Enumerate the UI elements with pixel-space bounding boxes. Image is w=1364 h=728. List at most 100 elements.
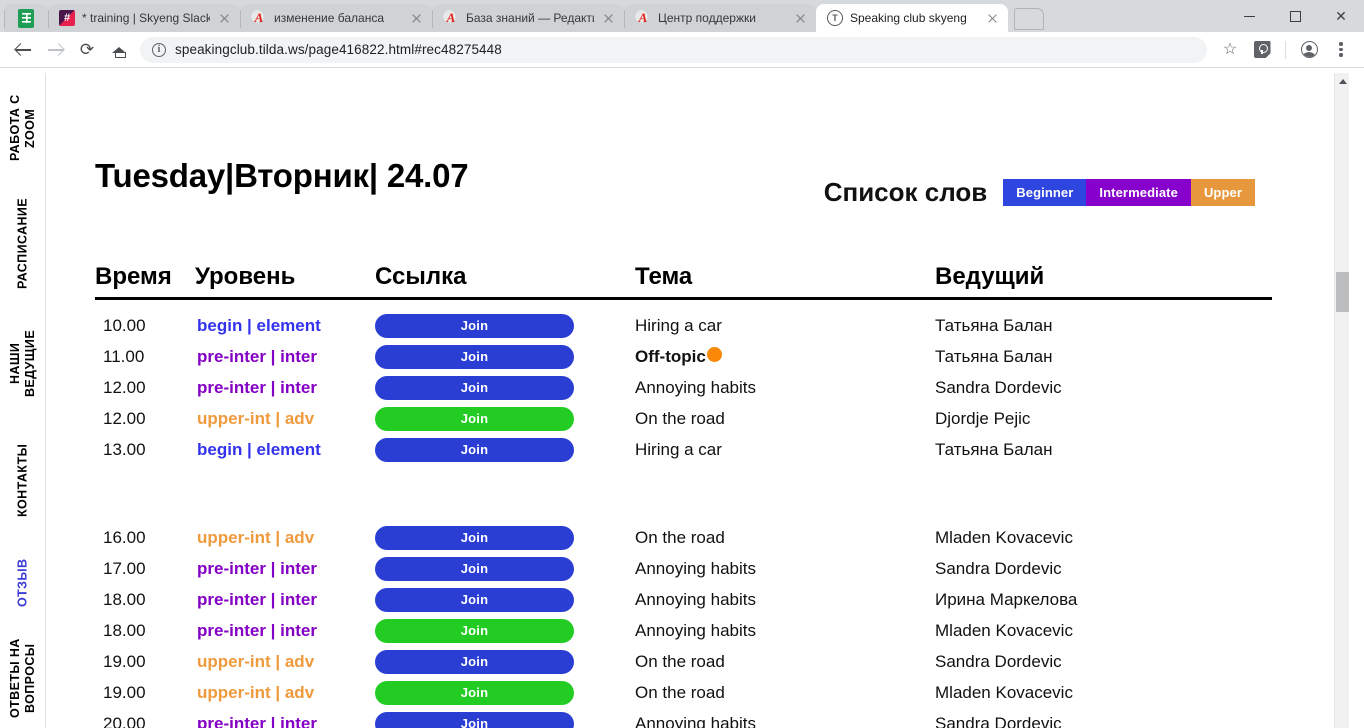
table-header-row: Время Уровень Ссылка Тема Ведущий: [95, 263, 1272, 300]
arrow-right-icon: [47, 41, 64, 58]
browser-tab-sheets[interactable]: [4, 4, 48, 32]
join-button[interactable]: Join: [375, 375, 574, 400]
chrome-menu-button[interactable]: [1326, 35, 1356, 65]
back-button[interactable]: [8, 35, 38, 65]
bookmark-button[interactable]: ☆: [1215, 35, 1245, 65]
sidebar-item-3[interactable]: НАШИ ВЕДУЩИЕ: [0, 303, 46, 423]
table-row: 19.00 upper-int | adv Join On the road Mlade…: [95, 677, 1272, 708]
off-topic-dot-icon: [706, 347, 722, 362]
join-button[interactable]: Join: [375, 587, 574, 612]
close-window-button[interactable]: ✕: [1318, 0, 1364, 32]
cell-link: Join: [375, 618, 635, 643]
cell-time: 13.00: [103, 439, 146, 459]
level-badge-upper[interactable]: Upper: [1190, 179, 1255, 206]
scrollbar-thumb[interactable]: [1336, 272, 1349, 312]
new-tab-button[interactable]: [1014, 8, 1044, 30]
table-row: 18.00 pre-inter | inter Join Annoying habit…: [95, 584, 1272, 615]
star-icon: ☆: [1222, 40, 1238, 58]
page-scrollbar[interactable]: [1334, 73, 1349, 728]
cell-link: Join: [375, 680, 635, 705]
tab-close-icon[interactable]: [601, 11, 616, 26]
join-button[interactable]: Join: [375, 649, 574, 674]
avatar-icon: [1300, 41, 1318, 58]
table-row: 19.00 upper-int | adv Join On the road Sandr…: [95, 646, 1272, 677]
cell-topic: On the road: [635, 683, 935, 703]
join-button[interactable]: Join: [375, 313, 574, 338]
cell-host: Sandra Dordevic: [935, 558, 1062, 578]
column-header-host: Ведущий: [935, 263, 1045, 290]
join-button[interactable]: Join: [375, 556, 574, 581]
cell-host: Djordje Pejic: [935, 408, 1031, 428]
cell-host: Sandra Dordevic: [935, 651, 1062, 671]
cell-topic: Annoying habits: [635, 378, 935, 398]
profile-button[interactable]: [1294, 35, 1324, 65]
cell-level: upper-int | adv: [197, 651, 315, 671]
sidebar-item-6[interactable]: ОТВЕТЫ НА ВОПРОСЫ: [0, 628, 46, 728]
join-button[interactable]: Join: [375, 406, 574, 431]
level-badge-beginner[interactable]: Beginner: [1003, 179, 1087, 206]
cell-level: pre-inter | inter: [197, 558, 317, 578]
browser-window: # * training | Skyeng Slack изменение бала…: [0, 0, 1364, 728]
join-button[interactable]: Join: [375, 711, 574, 728]
cell-level: pre-inter | inter: [197, 713, 317, 728]
sidebar-item-1[interactable]: РАБОТА С ZOOM: [0, 73, 46, 183]
cell-topic: Hiring a car: [635, 440, 935, 460]
reload-icon: ⟳: [79, 40, 95, 59]
column-header-time: Время: [95, 263, 172, 290]
cell-level: begin | element: [197, 315, 321, 335]
tab-close-icon[interactable]: [985, 11, 1000, 26]
browser-tab-kb[interactable]: База знаний — Редактир: [432, 4, 624, 32]
join-button[interactable]: Join: [375, 618, 574, 643]
join-button[interactable]: Join: [375, 680, 574, 705]
tab-close-icon[interactable]: [217, 11, 232, 26]
level-badge-intermediate[interactable]: Intermediate: [1086, 179, 1191, 206]
browser-tab-slack[interactable]: # * training | Skyeng Slack: [48, 4, 240, 32]
scroll-up-arrow-icon[interactable]: [1338, 79, 1347, 84]
window-controls: ✕: [1226, 0, 1364, 32]
cell-topic: Annoying habits: [635, 590, 935, 610]
cell-time: 10.00: [103, 315, 146, 335]
join-button[interactable]: Join: [375, 437, 574, 462]
cell-link: Join: [375, 344, 635, 369]
join-button[interactable]: Join: [375, 344, 574, 369]
cell-link: Join: [375, 711, 635, 728]
forward-button[interactable]: [40, 35, 70, 65]
cell-topic: Hiring a car: [635, 316, 935, 336]
join-button[interactable]: Join: [375, 525, 574, 550]
cell-link: Join: [375, 556, 635, 581]
home-button[interactable]: [104, 35, 134, 65]
maximize-button[interactable]: [1272, 0, 1318, 32]
kebab-menu-icon: [1339, 42, 1343, 57]
cell-level: upper-int | adv: [197, 682, 315, 702]
sidebar-item-2[interactable]: РАСПИСАНИЕ: [0, 183, 46, 303]
reload-button[interactable]: ⟳: [72, 35, 102, 65]
topic-text: Off-topic: [635, 346, 706, 366]
tilda-icon: T: [827, 10, 843, 26]
minimize-button[interactable]: [1226, 0, 1272, 32]
address-bar[interactable]: i speakingclub.tilda.ws/page416822.html#…: [140, 36, 1207, 63]
table-row: 10.00 begin | element Join Hiring a car Тать…: [95, 310, 1272, 341]
tab-close-icon[interactable]: [409, 11, 424, 26]
sidebar-item-4[interactable]: КОНТАКТЫ: [0, 423, 46, 538]
tab-close-icon[interactable]: [793, 11, 808, 26]
browser-tab-speakingclub[interactable]: T Speaking club skyeng: [816, 4, 1008, 32]
browser-tab-balance[interactable]: изменение баланса: [240, 4, 432, 32]
cell-topic: Off-topic: [635, 347, 935, 367]
cell-host: Mladen Kovacevic: [935, 620, 1073, 640]
site-info-icon[interactable]: i: [152, 42, 166, 57]
tab-title: Speaking club skyeng: [850, 11, 967, 25]
tab-title: Центр поддержки: [658, 11, 756, 25]
cell-time: 11.00: [103, 346, 145, 366]
cell-topic: On the road: [635, 409, 935, 429]
cell-link: Join: [375, 649, 635, 674]
browser-tab-support[interactable]: Центр поддержки: [624, 4, 816, 32]
cell-time: 12.00: [103, 408, 146, 428]
cell-link: Join: [375, 525, 635, 550]
extension-button[interactable]: [1247, 35, 1277, 65]
toolbar-divider: [1285, 40, 1286, 59]
google-sheets-icon: [18, 8, 34, 28]
home-icon: [111, 43, 127, 58]
cell-host: Sandra Dordevic: [935, 713, 1062, 728]
table-row: 12.00 pre-inter | inter Join Annoying habit…: [95, 372, 1272, 403]
sidebar-item-5[interactable]: ОТЗЫВ: [0, 538, 46, 628]
